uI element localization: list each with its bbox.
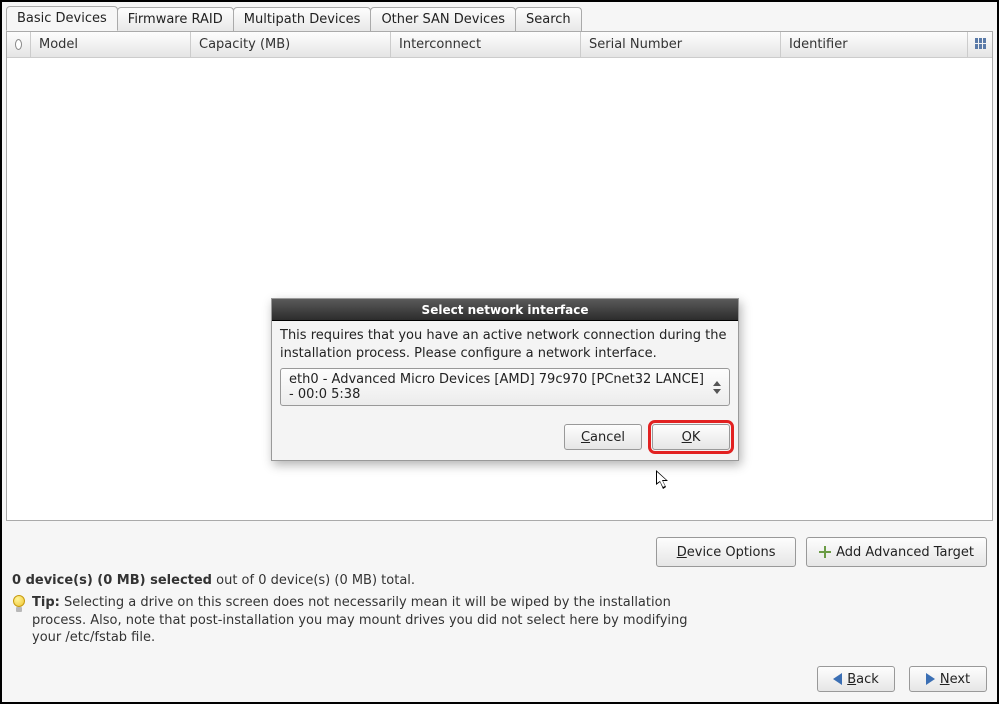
wizard-nav: Back Next [817, 666, 987, 692]
plus-icon [819, 546, 831, 558]
device-options-button[interactable]: Device Options [656, 537, 796, 567]
tab-other-san-devices[interactable]: Other SAN Devices [370, 7, 516, 31]
device-table: Model Capacity (MB) Interconnect Serial … [6, 31, 993, 521]
arrow-left-icon [833, 673, 842, 685]
combo-value: eth0 - Advanced Micro Devices [AMD] 79c9… [289, 372, 709, 403]
selection-summary: 0 device(s) (0 MB) selected out of 0 dev… [2, 571, 997, 592]
arrow-right-icon [926, 673, 935, 685]
tip-label: Tip: [32, 595, 60, 610]
network-interface-combo[interactable]: eth0 - Advanced Micro Devices [AMD] 79c9… [280, 368, 730, 406]
radio-icon [15, 39, 22, 50]
chevron-up-icon [713, 381, 721, 386]
columns-icon [975, 38, 986, 52]
column-capacity[interactable]: Capacity (MB) [191, 32, 391, 57]
column-select[interactable] [7, 32, 31, 57]
column-interconnect[interactable]: Interconnect [391, 32, 581, 57]
combo-spinner[interactable] [709, 381, 725, 394]
add-advanced-target-button[interactable]: Add Advanced Target [806, 537, 987, 567]
column-identifier[interactable]: Identifier [781, 32, 968, 57]
tip-row: Tip: Selecting a drive on this screen do… [2, 592, 722, 657]
next-button[interactable]: Next [909, 666, 987, 692]
dialog-message: This requires that you have an active ne… [280, 327, 730, 362]
device-tabs: Basic Devices Firmware RAID Multipath De… [6, 6, 993, 31]
bottom-buttons: Device Options Add Advanced Target [2, 521, 997, 571]
lightbulb-icon [12, 595, 26, 613]
tab-multipath-devices[interactable]: Multipath Devices [233, 7, 372, 31]
back-button[interactable]: Back [817, 666, 895, 692]
tab-firmware-raid[interactable]: Firmware RAID [117, 7, 234, 31]
tip-text: Selecting a drive on this screen does no… [32, 595, 688, 645]
column-model[interactable]: Model [31, 32, 191, 57]
device-table-header: Model Capacity (MB) Interconnect Serial … [7, 32, 992, 58]
dialog-title: Select network interface [272, 299, 738, 321]
select-network-interface-dialog: Select network interface This requires t… [271, 298, 739, 461]
tab-basic-devices[interactable]: Basic Devices [6, 6, 118, 31]
tab-search[interactable]: Search [515, 7, 582, 31]
ok-button[interactable]: OK [652, 424, 730, 450]
cancel-button[interactable]: Cancel [564, 424, 642, 450]
column-serial-number[interactable]: Serial Number [581, 32, 781, 57]
chevron-down-icon [713, 389, 721, 394]
column-chooser[interactable] [968, 32, 992, 57]
